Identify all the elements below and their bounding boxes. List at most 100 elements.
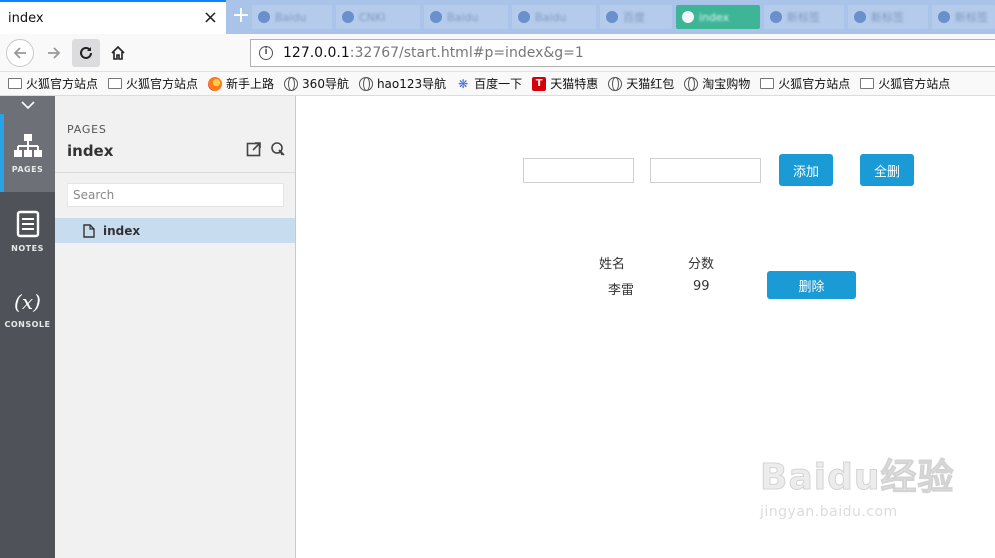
site-info-icon[interactable]: i — [259, 46, 273, 60]
tab-favicon-icon — [606, 11, 618, 23]
address-bar[interactable]: i 127.0.0.1:32767/start.html#p=index&g=1 — [250, 39, 995, 67]
rail-label-console: CONSOLE — [4, 319, 51, 329]
tab-favicon-icon — [854, 11, 866, 23]
back-button[interactable] — [6, 39, 34, 67]
bookmark-item[interactable]: ❋ 百度一下 — [456, 75, 522, 92]
bookmark-label: 火狐官方站点 — [778, 77, 851, 91]
folder-icon — [8, 78, 22, 89]
tab-title: index — [8, 10, 44, 26]
tab-favicon-icon — [682, 11, 694, 23]
variable-icon: (x) — [14, 289, 41, 314]
new-tab-button[interactable]: + — [231, 5, 251, 27]
bookmark-item[interactable]: 淘宝购物 — [684, 75, 750, 92]
panel-section-label: PAGES — [67, 123, 107, 136]
home-button[interactable] — [104, 39, 132, 67]
folder-icon — [860, 78, 875, 89]
bookmark-label: 火狐官方站点 — [878, 77, 951, 91]
background-tab[interactable]: 百度 — [600, 5, 672, 29]
reload-icon — [80, 46, 92, 59]
open-external-icon[interactable] — [246, 141, 262, 157]
rail-item-pages[interactable]: PAGES — [0, 114, 55, 192]
bookmark-label: 360导航 — [302, 77, 349, 91]
panel-title: index — [67, 142, 114, 160]
background-tab[interactable]: Baidu — [512, 5, 596, 29]
tab-label: CNKI — [359, 10, 386, 24]
background-tab[interactable]: 新标签 — [764, 5, 844, 29]
tab-label: Baidu — [535, 10, 567, 24]
clear-all-button[interactable]: 全删 — [860, 154, 914, 186]
globe-icon — [284, 76, 299, 91]
bookmark-item[interactable]: T 天猫特惠 — [532, 75, 598, 92]
forward-button[interactable] — [40, 39, 68, 67]
tool-rail: PAGES NOTES (x) CONSOLE — [0, 96, 55, 558]
tab-index[interactable]: index × — [0, 0, 226, 34]
notes-icon — [16, 210, 39, 237]
bookmark-item[interactable]: 天猫红包 — [608, 75, 674, 92]
tab-favicon-icon — [938, 11, 950, 23]
score-input[interactable] — [650, 158, 761, 183]
panel-divider — [55, 172, 295, 173]
sitemap-icon — [13, 133, 42, 157]
tab-favicon-icon — [342, 11, 354, 23]
arrow-right-icon — [48, 47, 61, 59]
name-input[interactable] — [523, 158, 634, 183]
tab-label: 新标签 — [871, 11, 904, 24]
rail-item-console[interactable]: (x) CONSOLE — [0, 270, 55, 348]
navigation-toolbar: i 127.0.0.1:32767/start.html#p=index&g=1 — [0, 34, 995, 72]
search-input[interactable] — [67, 183, 284, 207]
page-tree-label: index — [103, 223, 141, 238]
rail-label-notes: NOTES — [11, 243, 44, 253]
chevron-down-icon — [20, 101, 35, 110]
delete-button[interactable]: 删除 — [767, 271, 856, 299]
firefox-icon — [208, 76, 223, 91]
bookmark-item[interactable]: 火狐官方站点 — [108, 75, 198, 92]
column-header-score: 分数 — [688, 257, 715, 272]
folder-icon — [108, 78, 123, 89]
home-icon — [111, 45, 125, 60]
background-tab[interactable]: index — [676, 5, 760, 29]
tab-close-icon[interactable]: × — [203, 9, 218, 27]
bookmark-item[interactable]: 新手上路 — [208, 75, 274, 92]
rail-item-notes[interactable]: NOTES — [0, 192, 55, 270]
folder-icon — [760, 78, 775, 89]
tab-favicon-icon — [258, 11, 270, 23]
url-host: 127.0.0.1 — [283, 45, 350, 61]
background-tab[interactable]: Baidu — [252, 5, 332, 29]
tab-favicon-icon — [518, 11, 530, 23]
globe-icon — [358, 76, 373, 91]
tmall-icon: T — [532, 76, 547, 91]
bookmark-item[interactable]: 火狐官方站点 — [860, 75, 950, 92]
bookmark-label: 天猫红包 — [626, 77, 675, 91]
url-path: :32767/start.html#p=index&g=1 — [349, 45, 584, 61]
tab-label: Baidu — [275, 10, 307, 24]
bookmarks-toolbar: 火狐官方站点 火狐官方站点 新手上路 360导航 hao123导航 ❋ 百度一下 … — [0, 72, 995, 96]
tab-strip: index × + Baidu CNKI Baidu Baidu 百度 inde… — [0, 0, 995, 34]
bookmark-item[interactable]: 360导航 — [284, 75, 349, 92]
background-tab[interactable]: CNKI — [336, 5, 420, 29]
page-tree-item[interactable]: index — [55, 218, 295, 243]
locate-page-icon[interactable] — [270, 141, 286, 157]
bookmark-item[interactable]: hao123导航 — [358, 75, 446, 92]
bookmark-label: 新手上路 — [226, 77, 275, 91]
bookmark-label: 百度一下 — [474, 77, 523, 91]
pages-panel: PAGES index index — [55, 96, 296, 558]
bookmark-item[interactable]: 火狐官方站点 — [8, 75, 98, 92]
globe-icon — [608, 76, 623, 91]
column-header-name: 姓名 — [599, 257, 626, 272]
page-icon — [83, 223, 95, 238]
reload-button[interactable] — [72, 39, 100, 67]
rail-label-pages: PAGES — [11, 164, 44, 174]
paw-icon: ❋ — [458, 76, 469, 91]
prototype-canvas: 添加 全删 姓名 分数 李雷 99 删除 — [296, 96, 995, 558]
tab-favicon-icon — [430, 11, 442, 23]
bookmark-item[interactable]: 火狐官方站点 — [760, 75, 850, 92]
bookmark-label: 天猫特惠 — [550, 77, 599, 91]
add-button[interactable]: 添加 — [779, 154, 833, 186]
background-tab[interactable]: Baidu — [424, 5, 508, 29]
background-tab[interactable]: 新标签 — [848, 5, 928, 29]
bookmark-label: 火狐官方站点 — [126, 77, 199, 91]
collapse-toggle[interactable] — [0, 96, 55, 114]
background-tab[interactable]: 新标签 — [932, 5, 995, 29]
tab-label: 新标签 — [955, 11, 988, 24]
tab-label: Baidu — [447, 10, 479, 24]
